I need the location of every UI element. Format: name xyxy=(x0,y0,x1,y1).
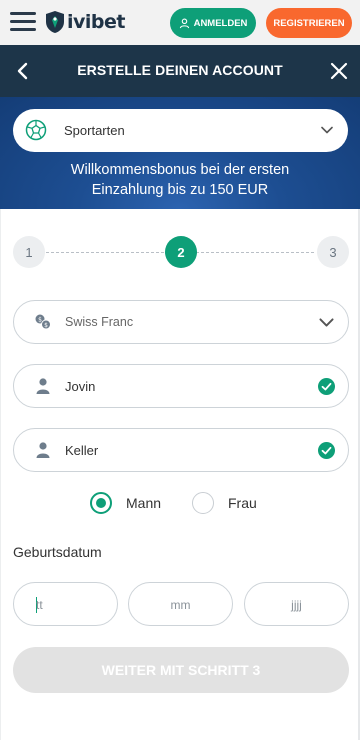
dob-day-placeholder: tt xyxy=(36,598,43,612)
logo-shield-icon xyxy=(46,11,64,33)
person-icon xyxy=(36,442,50,458)
sport-select[interactable]: Sportarten xyxy=(13,109,348,152)
radio-male[interactable] xyxy=(90,492,112,514)
gender-option-male[interactable]: Mann xyxy=(90,490,161,516)
bonus-line-1: Willkommensbonus bei der ersten xyxy=(70,162,290,178)
dob-year-input[interactable]: jjjj xyxy=(244,582,349,626)
brand-logo[interactable]: ivibet xyxy=(44,9,125,35)
next-step-label: WEITER MIT SCHRITT 3 xyxy=(101,662,261,678)
modal-title: ERSTELLE DEINEN ACCOUNT xyxy=(77,62,283,78)
modal-header: ERSTELLE DEINEN ACCOUNT xyxy=(0,45,360,97)
first-name-field[interactable]: Jovin xyxy=(13,364,349,408)
user-icon xyxy=(179,18,189,28)
sport-select-value: Sportarten xyxy=(64,123,125,138)
svg-text:$: $ xyxy=(38,316,42,323)
chevron-down-icon xyxy=(321,126,333,134)
login-label: ANMELDEN xyxy=(193,17,248,29)
chevron-down-icon xyxy=(319,318,334,327)
top-bar: ivibet ANMELDEN REGISTRIEREN xyxy=(0,0,360,45)
gender-female-label: Frau xyxy=(228,495,257,511)
last-name-field[interactable]: Keller xyxy=(13,428,349,472)
gender-male-label: Mann xyxy=(126,495,162,511)
bonus-text: Willkommensbonus bei der ersten Einzahlu… xyxy=(0,160,360,200)
menu-icon[interactable] xyxy=(10,12,36,32)
step-3: 3 xyxy=(317,236,349,268)
bonus-line-2: Einzahlung bis zu 150 EUR xyxy=(91,182,269,198)
first-name-value: Jovin xyxy=(65,379,96,394)
login-button[interactable]: ANMELDEN xyxy=(170,8,256,38)
dob-label: Geburtsdatum xyxy=(13,544,102,560)
coins-icon: $ $ xyxy=(35,314,51,330)
dob-year-placeholder: jjjj xyxy=(291,598,302,612)
back-button[interactable] xyxy=(10,59,34,83)
dob-day-input[interactable]: tt xyxy=(13,582,118,626)
gender-option-female[interactable]: Frau xyxy=(192,490,257,516)
last-name-value: Keller xyxy=(65,443,99,458)
close-button[interactable] xyxy=(326,58,352,84)
step-2: 2 xyxy=(165,236,197,268)
radio-female[interactable] xyxy=(192,492,214,514)
dob-month-input[interactable]: mm xyxy=(128,582,233,626)
step-indicator: 1 2 3 xyxy=(0,236,360,270)
check-circle-icon xyxy=(318,442,335,459)
brand-name: ivibet xyxy=(67,11,125,33)
left-edge xyxy=(0,209,1,740)
close-icon xyxy=(330,62,348,80)
bonus-banner: Sportarten Willkommensbonus bei der erst… xyxy=(0,97,360,209)
svg-text:$: $ xyxy=(44,322,48,329)
person-icon xyxy=(36,378,50,394)
football-icon xyxy=(25,119,47,141)
register-label: REGISTRIEREN xyxy=(273,17,345,29)
next-step-button[interactable]: WEITER MIT SCHRITT 3 xyxy=(13,647,349,693)
step-1: 1 xyxy=(13,236,45,268)
dob-month-placeholder: mm xyxy=(170,598,191,612)
currency-value: Swiss Franc xyxy=(65,315,134,329)
currency-select[interactable]: $ $ Swiss Franc xyxy=(13,300,349,344)
register-button[interactable]: REGISTRIEREN xyxy=(266,8,352,38)
check-circle-icon xyxy=(318,378,335,395)
chevron-left-icon xyxy=(17,62,28,80)
